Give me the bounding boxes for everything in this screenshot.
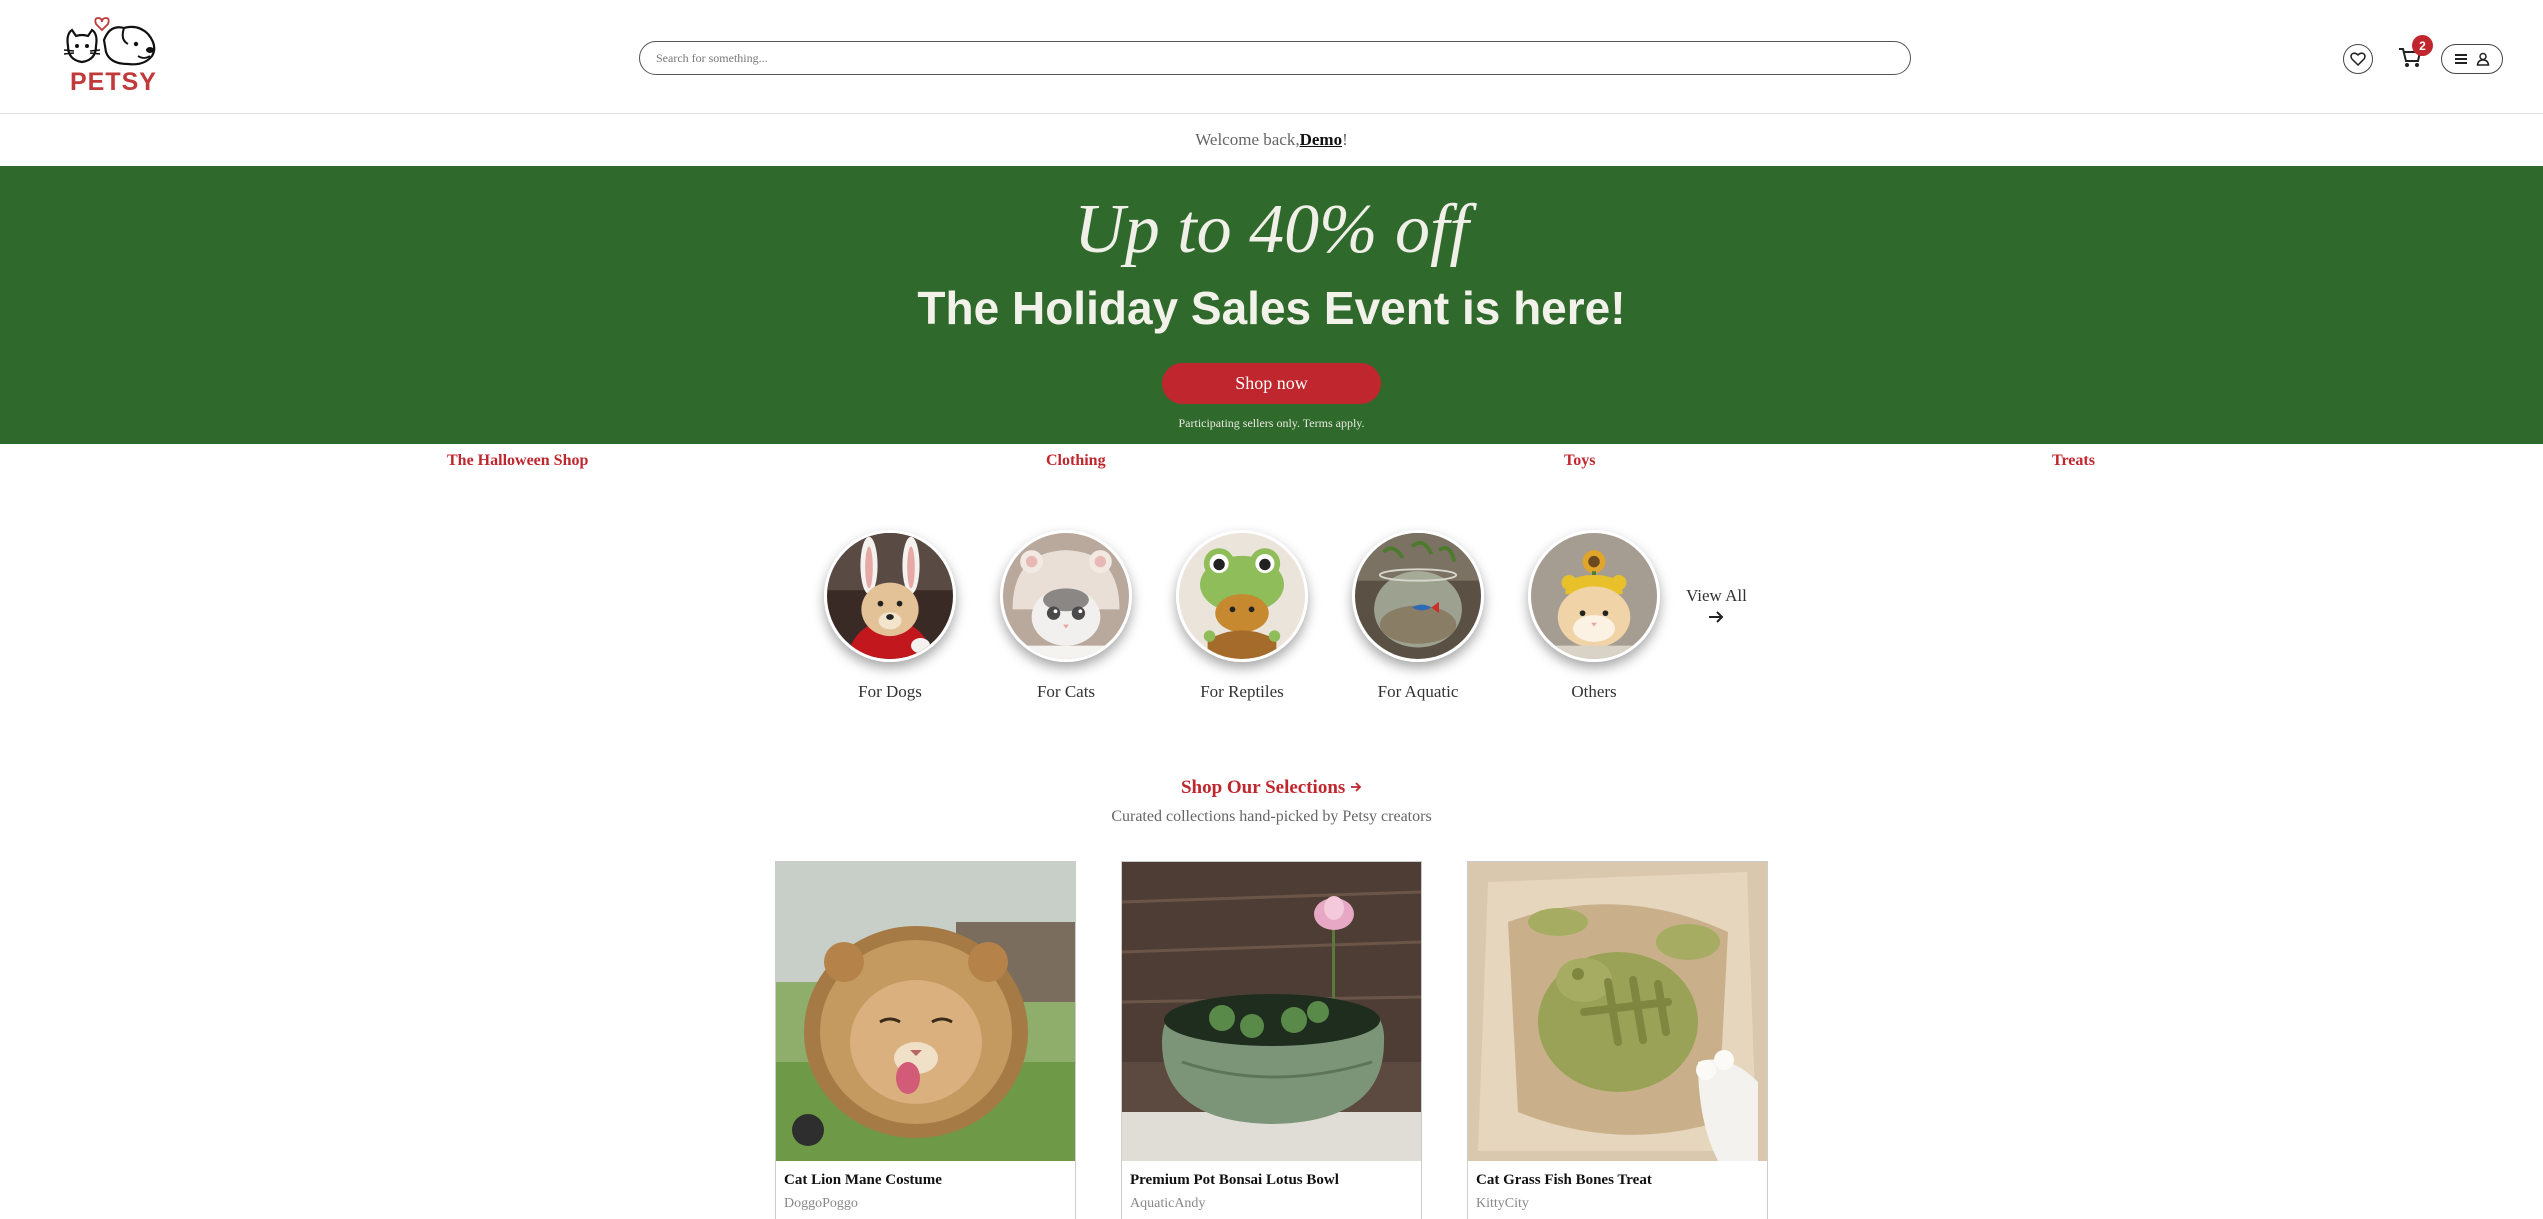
account-menu-button[interactable] xyxy=(2441,44,2503,74)
search-input[interactable] xyxy=(640,42,1910,74)
nav-clothing[interactable]: Clothing xyxy=(1046,452,1106,470)
hamster-in-flower-hat-image xyxy=(1531,533,1657,659)
fish-bone-treat-image xyxy=(1468,862,1767,1161)
aquatic-category-image xyxy=(1352,530,1484,662)
nav-treats[interactable]: Treats xyxy=(2052,452,2095,470)
nav-toys[interactable]: Toys xyxy=(1564,452,1595,470)
category-label: For Cats xyxy=(1036,682,1096,701)
product-seller: KittyCity xyxy=(1476,1196,1529,1211)
dog-category-image xyxy=(824,530,956,662)
category-for-dogs[interactable]: For Dogs xyxy=(824,530,956,701)
logo-text: PETSY xyxy=(70,68,157,96)
site-header: PETSY 2 xyxy=(0,0,2543,114)
user-profile-link[interactable]: Demo xyxy=(1300,130,1342,150)
heart-icon xyxy=(2350,52,2366,66)
cat-in-hat-image xyxy=(1003,533,1129,659)
product-seller: AquaticAndy xyxy=(1130,1196,1206,1211)
category-for-aquatic[interactable]: For Aquatic xyxy=(1352,530,1484,701)
welcome-message: Welcome back, Demo! xyxy=(0,114,2543,166)
product-seller: DoggoPoggo xyxy=(784,1196,858,1211)
cat-category-image xyxy=(1000,530,1132,662)
reptile-category-image xyxy=(1176,530,1308,662)
category-for-cats[interactable]: For Cats xyxy=(1000,530,1132,701)
welcome-suffix: ! xyxy=(1342,130,1348,149)
product-name: Cat Lion Mane Costume xyxy=(784,1172,942,1188)
cart-count-badge: 2 xyxy=(2412,35,2433,56)
holiday-sale-banner: Up to 40% off The Holiday Sales Event is… xyxy=(0,166,2543,444)
banner-discount: Up to 40% off xyxy=(1074,191,1469,268)
lizard-in-frog-hat-image xyxy=(1179,533,1305,659)
product-card[interactable]: Premium Pot Bonsai Lotus Bowl AquaticAnd… xyxy=(1121,861,1422,1219)
shop-now-button[interactable]: Shop now xyxy=(1162,363,1381,404)
search-bar[interactable] xyxy=(639,41,1911,75)
category-label: For Reptiles xyxy=(1200,682,1284,701)
user-icon xyxy=(2476,52,2490,66)
selections-title: Shop Our Selections xyxy=(1180,777,1346,798)
product-name: Cat Grass Fish Bones Treat xyxy=(1476,1172,1652,1188)
logo-pets-icon xyxy=(63,17,156,66)
nav-halloween-shop[interactable]: The Halloween Shop xyxy=(447,452,588,470)
banner-title: The Holiday Sales Event is here! xyxy=(917,282,1626,334)
arrow-right-icon xyxy=(1351,782,1362,792)
petsy-logo[interactable]: PETSY xyxy=(62,16,162,96)
product-card[interactable]: Cat Lion Mane Costume DoggoPoggo xyxy=(775,861,1076,1219)
category-for-reptiles[interactable]: For Reptiles xyxy=(1176,530,1308,701)
menu-icon xyxy=(2455,54,2467,64)
category-label: Others xyxy=(1571,682,1617,701)
lotus-bowl-image xyxy=(1122,862,1421,1161)
arrow-right-icon xyxy=(1709,611,1724,623)
view-all-categories-link[interactable]: View All xyxy=(1686,586,1747,629)
category-others[interactable]: Others xyxy=(1528,530,1660,701)
lion-mane-cat-image xyxy=(776,862,1075,1161)
others-category-image xyxy=(1528,530,1660,662)
product-card[interactable]: Cat Grass Fish Bones Treat KittyCity xyxy=(1467,861,1768,1219)
banner-terms: Participating sellers only. Terms apply. xyxy=(1178,416,1365,430)
wishlist-button[interactable] xyxy=(2343,44,2373,74)
selections-subtitle: Curated collections hand-picked by Petsy… xyxy=(1111,808,1432,825)
view-all-label: View All xyxy=(1686,586,1747,605)
category-label: For Aquatic xyxy=(1377,682,1459,701)
product-name: Premium Pot Bonsai Lotus Bowl xyxy=(1130,1172,1339,1188)
fish-bowl-image xyxy=(1355,533,1481,659)
dog-in-bunny-costume-image xyxy=(827,533,953,659)
category-label: For Dogs xyxy=(858,682,922,701)
welcome-prefix: Welcome back, xyxy=(1195,130,1300,149)
shop-selections-heading[interactable]: Shop Our Selections xyxy=(0,777,2543,799)
